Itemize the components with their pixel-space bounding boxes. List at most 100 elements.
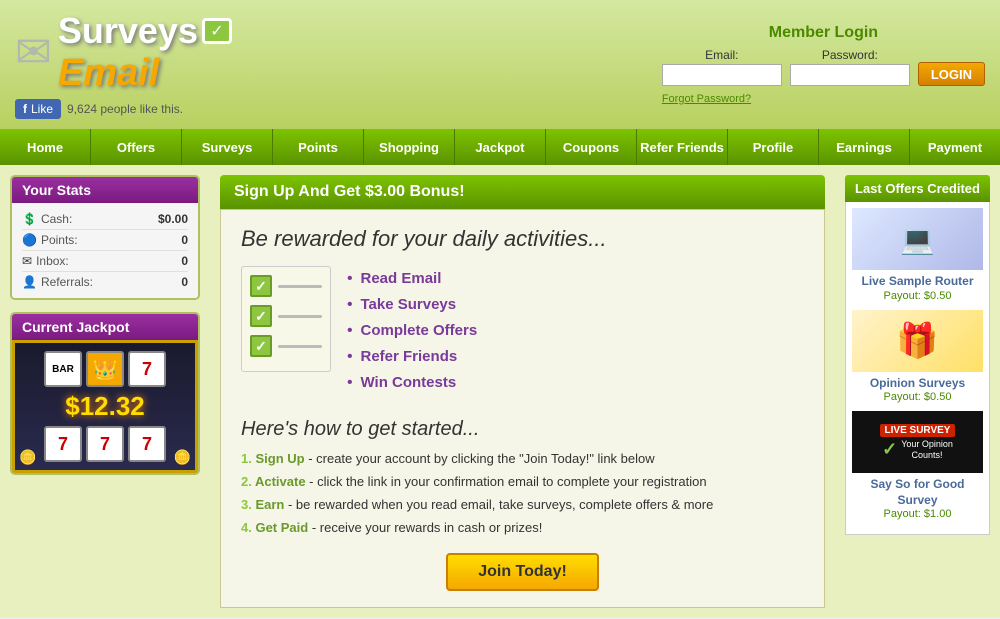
logo-area: ✉ Surveys ✓ Email f Like 9,624 people li… xyxy=(15,10,232,119)
activity-win-contests: • Win Contests xyxy=(347,374,477,392)
fb-like-button[interactable]: f Like xyxy=(15,99,61,119)
right-sidebar: Last Offers Credited 💻 Live Sample Route… xyxy=(835,165,1000,618)
stat-points-label: Points: xyxy=(41,233,181,247)
checkbox-1: ✓ xyxy=(250,275,272,297)
stat-inbox-icon: ✉ xyxy=(22,254,32,268)
step-1: 1. Sign Up - create your account by clic… xyxy=(241,451,804,466)
nav: Home Offers Surveys Points Shopping Jack… xyxy=(0,129,1000,165)
activity-take-surveys: • Take Surveys xyxy=(347,296,477,314)
nav-refer-friends[interactable]: Refer Friends xyxy=(637,129,728,165)
jackpot-amount: $12.32 xyxy=(23,391,187,422)
logo-row: ✉ Surveys ✓ Email xyxy=(15,10,232,95)
stats-header: Your Stats xyxy=(12,177,198,203)
reward-headline: Be rewarded for your daily activities... xyxy=(241,226,804,252)
nav-shopping[interactable]: Shopping xyxy=(364,129,455,165)
nav-jackpot[interactable]: Jackpot xyxy=(455,129,546,165)
logo-checkmark: ✓ xyxy=(202,18,232,44)
activity-refer-friends-link[interactable]: Refer Friends xyxy=(361,348,458,365)
password-input[interactable] xyxy=(790,64,910,86)
stat-inbox: ✉ Inbox: 0 xyxy=(22,251,188,272)
offer-payout-opinion: Payout: $0.50 xyxy=(852,391,983,403)
checklist-graphic: ✓ ✓ ✓ xyxy=(241,266,331,372)
step-2-text: - click the link in your confirmation em… xyxy=(306,474,707,489)
signup-banner: Sign Up And Get $3.00 Bonus! xyxy=(220,175,825,209)
jackpot-visual: BAR 👑 7 $12.32 7 7 7 🪙 🪙 xyxy=(12,340,198,473)
email-input[interactable] xyxy=(662,64,782,86)
login-title: Member Login xyxy=(662,24,985,42)
offer-payout-sayso: Payout: $1.00 xyxy=(852,508,983,520)
header: ✉ Surveys ✓ Email f Like 9,624 people li… xyxy=(0,0,1000,129)
step-3: 3. Earn - be rewarded when you read emai… xyxy=(241,497,804,512)
email-label: Email: xyxy=(662,48,782,62)
slot-crown: 👑 xyxy=(86,351,124,387)
activity-refer-friends: • Refer Friends xyxy=(347,348,477,366)
join-btn-area: Join Today! xyxy=(241,553,804,591)
offer-payout-router: Payout: $0.50 xyxy=(852,290,983,302)
activity-complete-offers-link[interactable]: Complete Offers xyxy=(361,322,478,339)
offer-img-opinion: 🎁 xyxy=(852,310,983,372)
stats-box: Your Stats 💲 Cash: $0.00 🔵 Points: 0 ✉ I… xyxy=(10,175,200,300)
nav-coupons[interactable]: Coupons xyxy=(546,129,637,165)
step-2: 2. Activate - click the link in your con… xyxy=(241,474,804,489)
nav-home[interactable]: Home xyxy=(0,129,91,165)
join-today-button[interactable]: Join Today! xyxy=(446,553,599,591)
counts-text: Counts! xyxy=(901,450,953,461)
activity-read-email-link[interactable]: Read Email xyxy=(361,270,442,287)
step-2-bold: Activate xyxy=(255,474,306,489)
step-3-bold: Earn xyxy=(255,497,284,512)
stat-cash-value: $0.00 xyxy=(158,212,188,226)
offer-item-sayso: LIVE SURVEY ✓ Your Opinion Counts! Say S… xyxy=(852,411,983,520)
offer-title-opinion[interactable]: Opinion Surveys xyxy=(852,376,983,392)
step-3-num: 3. xyxy=(241,497,255,512)
nav-payment[interactable]: Payment xyxy=(910,129,1000,165)
fb-like-count: 9,624 people like this. xyxy=(67,102,183,116)
activity-win-contests-link[interactable]: Win Contests xyxy=(361,374,457,391)
step-4-bold: Get Paid xyxy=(255,520,308,535)
slot-bar-1: BAR xyxy=(44,351,82,387)
login-area: Member Login Email: Password: LOGIN Forg… xyxy=(662,24,985,105)
nav-offers[interactable]: Offers xyxy=(91,129,182,165)
fb-area: f Like 9,624 people like this. xyxy=(15,99,183,119)
live-survey-badge: LIVE SURVEY xyxy=(880,424,956,437)
checkbox-3: ✓ xyxy=(250,335,272,357)
step-4-num: 4. xyxy=(241,520,255,535)
slot-seven-2: 7 xyxy=(44,426,82,462)
stat-cash-icon: 💲 xyxy=(22,212,37,226)
center-content: Sign Up And Get $3.00 Bonus! Be rewarded… xyxy=(210,165,835,618)
offer-item-opinion: 🎁 Opinion Surveys Payout: $0.50 xyxy=(852,310,983,404)
stat-inbox-label: Inbox: xyxy=(36,254,181,268)
stat-referrals-icon: 👤 xyxy=(22,275,37,289)
activity-take-surveys-link[interactable]: Take Surveys xyxy=(361,296,457,313)
envelope-icon: ✉ xyxy=(15,27,52,78)
nav-earnings[interactable]: Earnings xyxy=(819,129,910,165)
stat-points-icon: 🔵 xyxy=(22,233,37,247)
jackpot-title-text: Current Jackpot xyxy=(22,319,129,335)
fb-like-label: Like xyxy=(31,102,53,116)
activity-read-email: • Read Email xyxy=(347,270,477,288)
offer-item-router: 💻 Live Sample Router Payout: $0.50 xyxy=(852,208,983,302)
offer-title-router[interactable]: Live Sample Router xyxy=(852,274,983,290)
main: Your Stats 💲 Cash: $0.00 🔵 Points: 0 ✉ I… xyxy=(0,165,1000,618)
stats-body: 💲 Cash: $0.00 🔵 Points: 0 ✉ Inbox: 0 👤 R… xyxy=(12,203,198,298)
activities-layout: ✓ ✓ ✓ • Read Email xyxy=(241,266,804,400)
stat-referrals-label: Referrals: xyxy=(41,275,181,289)
nav-points[interactable]: Points xyxy=(273,129,364,165)
nav-profile[interactable]: Profile xyxy=(728,129,819,165)
step-4: 4. Get Paid - receive your rewards in ca… xyxy=(241,520,804,535)
nav-surveys[interactable]: Surveys xyxy=(182,129,273,165)
stat-referrals: 👤 Referrals: 0 xyxy=(22,272,188,292)
logo-surveys: Surveys xyxy=(58,10,198,52)
slot-seven-4: 7 xyxy=(128,426,166,462)
jackpot-box: Current Jackpot BAR 👑 7 $12.32 7 7 7 🪙 🪙 xyxy=(10,312,200,475)
offer-title-sayso[interactable]: Say So for Good Survey xyxy=(852,477,983,508)
stats-title-text: Your Stats xyxy=(22,182,91,198)
password-label: Password: xyxy=(790,48,910,62)
forgot-password-link[interactable]: Forgot Password? xyxy=(662,93,751,105)
offer-img-router: 💻 xyxy=(852,208,983,270)
stat-points-value: 0 xyxy=(181,233,188,247)
stat-referrals-value: 0 xyxy=(181,275,188,289)
sidebar: Your Stats 💲 Cash: $0.00 🔵 Points: 0 ✉ I… xyxy=(0,165,210,618)
offer-img-sayso: LIVE SURVEY ✓ Your Opinion Counts! xyxy=(852,411,983,473)
login-button[interactable]: LOGIN xyxy=(918,62,985,86)
live-check-icon: ✓ xyxy=(882,439,897,460)
